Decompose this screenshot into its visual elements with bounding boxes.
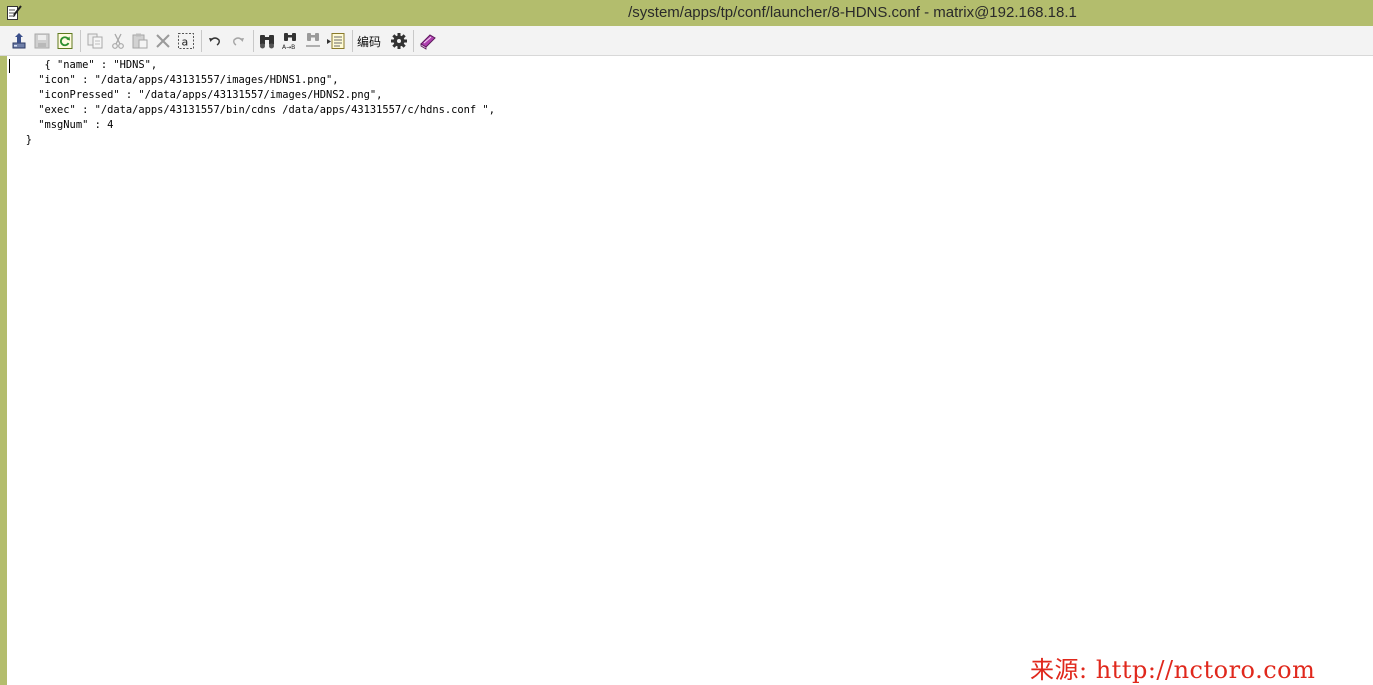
delete-icon[interactable] <box>153 31 173 51</box>
toolbar: a A→B 编码 <box>0 26 1373 56</box>
cut-icon[interactable] <box>108 31 128 51</box>
code-line: } <box>7 134 33 146</box>
code-line: "exec" : "/data/apps/43131557/bin/cdns /… <box>7 104 495 116</box>
code-line: { "name" : "HDNS", <box>7 59 158 71</box>
code-line: "iconPressed" : "/data/apps/43131557/ima… <box>7 89 383 101</box>
copy-icon[interactable] <box>85 31 105 51</box>
toolbar-separator <box>352 30 353 52</box>
save-icon[interactable] <box>32 31 52 51</box>
window-title: /system/apps/tp/conf/launcher/8-HDNS.con… <box>628 4 1077 21</box>
text-editor-area[interactable]: { "name" : "HDNS", "icon" : "/data/apps/… <box>7 56 1373 685</box>
title-bar[interactable]: /system/apps/tp/conf/launcher/8-HDNS.con… <box>0 0 1373 26</box>
source-watermark: 来源: http://nctoro.com <box>1030 656 1316 684</box>
svg-text:a: a <box>182 36 189 49</box>
toolbar-separator <box>201 30 202 52</box>
paste-icon[interactable] <box>130 31 150 51</box>
toolbar-separator <box>413 30 414 52</box>
code-line: "icon" : "/data/apps/43131557/images/HDN… <box>7 74 339 86</box>
editor-window: /system/apps/tp/conf/launcher/8-HDNS.con… <box>0 0 1373 685</box>
notepad-edit-icon <box>6 4 22 21</box>
svg-text:A→B: A→B <box>282 44 295 50</box>
select-all-icon[interactable]: a <box>176 31 196 51</box>
toolbar-separator <box>253 30 254 52</box>
upload-icon[interactable] <box>9 31 29 51</box>
redo-icon[interactable] <box>228 31 248 51</box>
undo-icon[interactable] <box>205 31 225 51</box>
find-icon[interactable] <box>257 31 277 51</box>
code-line: "msgNum" : 4 <box>7 119 114 131</box>
find-replace-icon[interactable]: A→B <box>280 31 300 51</box>
toolbar-separator <box>80 30 81 52</box>
settings-gear-icon[interactable] <box>389 31 409 51</box>
find-next-icon[interactable] <box>303 31 323 51</box>
encoding-button[interactable]: 编码 <box>357 33 381 51</box>
help-book-icon[interactable] <box>418 31 438 51</box>
goto-line-icon[interactable] <box>326 31 346 51</box>
refresh-icon[interactable] <box>55 31 75 51</box>
